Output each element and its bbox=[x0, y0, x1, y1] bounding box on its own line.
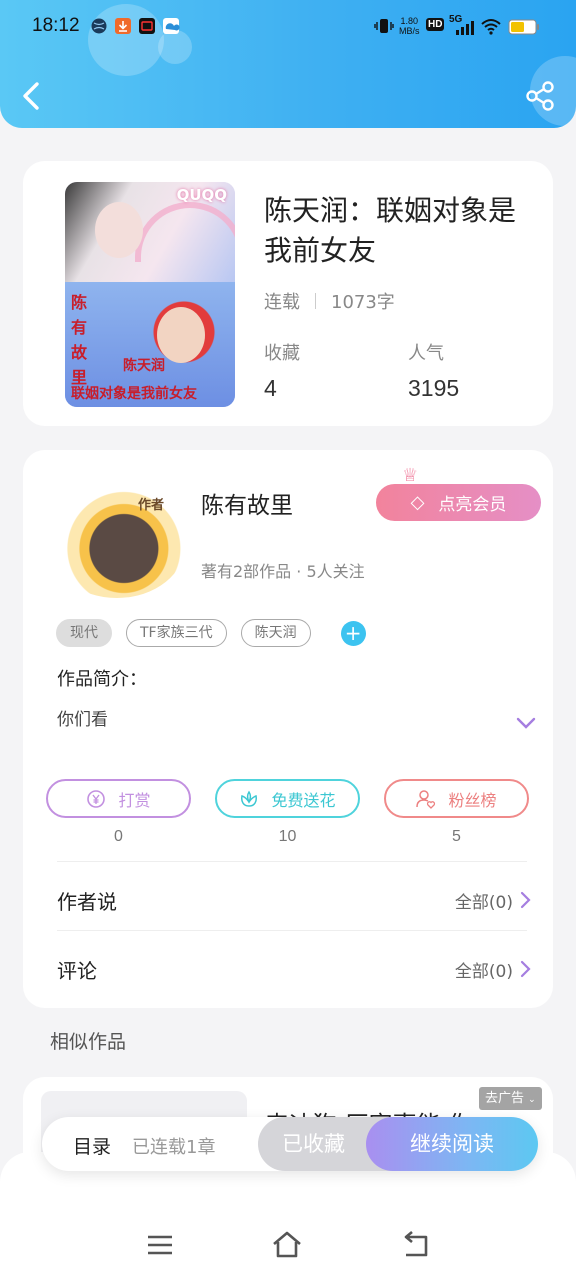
cover-portrait-top bbox=[95, 202, 143, 258]
back-icon[interactable] bbox=[396, 1228, 436, 1262]
book-title: 陈天润：联姻对象是我前女友 bbox=[264, 194, 517, 267]
status-time: 18:12 bbox=[32, 15, 80, 36]
favorites-label: 收藏 bbox=[264, 343, 300, 364]
comments-summary-wrap: 全部(0) bbox=[455, 957, 531, 982]
status-bar: 18:12 1.80 MB/s HD 5G bbox=[0, 0, 576, 56]
book-status-row: 连载 1073字 bbox=[264, 288, 395, 314]
reader-action-bar: 目录 已连载1章 已收藏 继续阅读 bbox=[42, 1117, 538, 1171]
book-cover[interactable]: QUQQ 陈有故里 陈天润 联姻对象是我前女友 bbox=[65, 182, 235, 407]
cover-name-text: 陈天润 bbox=[123, 358, 165, 374]
cover-title-text: 联姻对象是我前女友 bbox=[71, 386, 197, 402]
battery-icon bbox=[508, 19, 539, 35]
comments-row[interactable]: 评论 全部(0) bbox=[57, 949, 531, 989]
popularity-label: 人气 bbox=[408, 343, 444, 364]
download-icon bbox=[115, 18, 131, 34]
signal-bars-icon bbox=[456, 21, 474, 35]
yuan-coin-icon bbox=[87, 789, 106, 808]
chevron-down-icon[interactable] bbox=[515, 716, 537, 730]
catalog-button[interactable]: 目录 bbox=[73, 1132, 111, 1159]
send-flower-count: 10 bbox=[278, 828, 297, 845]
fan-ranking-count: 5 bbox=[452, 828, 461, 845]
author-name[interactable]: 陈有故里 bbox=[201, 486, 293, 520]
app-icon bbox=[139, 18, 155, 34]
network-speed: 1.80 MB/s bbox=[399, 16, 420, 36]
tag-list: 现代 TF家族三代 陈天润 + bbox=[56, 619, 366, 647]
comments-title: 评论 bbox=[57, 958, 97, 983]
continue-reading-button[interactable]: 继续阅读 bbox=[366, 1117, 538, 1171]
book-info-card: QUQQ 陈有故里 陈天润 联姻对象是我前女友 陈天润：联姻对象是我前女友 连载… bbox=[23, 161, 553, 426]
fan-ranking-label: 粉丝榜 bbox=[448, 790, 497, 810]
hd-badge: HD bbox=[426, 18, 445, 31]
author-says-row[interactable]: 作者说 全部(0) bbox=[57, 880, 531, 920]
menu-icon[interactable] bbox=[140, 1228, 180, 1262]
system-nav-bar bbox=[0, 1220, 576, 1270]
flower-icon bbox=[241, 790, 258, 807]
author-says-title: 作者说 bbox=[57, 889, 117, 914]
word-count: 1073字 bbox=[331, 292, 395, 313]
tag-item[interactable]: 陈天润 bbox=[240, 619, 311, 647]
reward-label: 打赏 bbox=[118, 790, 151, 810]
home-icon[interactable] bbox=[267, 1228, 307, 1262]
reward-count: 0 bbox=[114, 828, 123, 845]
cover-badge-text: QUQQ bbox=[176, 186, 227, 204]
author-meta: 著有2部作品 · 5人关注 bbox=[201, 562, 365, 581]
similar-works-title: 相似作品 bbox=[50, 1031, 127, 1053]
globe-icon bbox=[91, 18, 107, 34]
crown-icon: ♕ bbox=[402, 465, 419, 486]
intro-text: 你们看 bbox=[57, 710, 108, 730]
chevron-right-icon bbox=[520, 891, 531, 909]
comments-summary: 全部(0) bbox=[454, 961, 513, 982]
network-speed-unit: MB/s bbox=[399, 26, 420, 36]
chapter-count: 已连载1章 bbox=[132, 1137, 216, 1158]
favorites-stat: 收藏 4 bbox=[264, 339, 300, 402]
popularity-stat: 人气 3195 bbox=[408, 339, 459, 402]
reward-button[interactable]: 打赏 bbox=[46, 779, 191, 818]
back-arrow-icon[interactable] bbox=[14, 78, 50, 114]
intro-label: 作品简介： bbox=[57, 669, 147, 690]
author-avatar[interactable]: 作者 bbox=[48, 488, 186, 598]
author-says-summary-wrap: 全部(0) bbox=[455, 888, 531, 913]
chevron-right-icon bbox=[520, 960, 531, 978]
send-flower-label: 免费送花 bbox=[271, 790, 336, 810]
remove-ad-button[interactable]: 去广告 ⌄ bbox=[479, 1087, 542, 1110]
vip-label: 点亮会员 bbox=[438, 495, 507, 515]
serial-status: 连载 bbox=[264, 292, 300, 313]
cover-vertical-text: 陈有故里 bbox=[71, 293, 88, 387]
favorites-value: 4 bbox=[264, 375, 277, 401]
divider bbox=[57, 930, 527, 931]
top-header: 18:12 1.80 MB/s HD 5G bbox=[0, 0, 576, 128]
avatar-author-tag: 作者 bbox=[137, 498, 164, 513]
share-icon[interactable] bbox=[524, 80, 556, 112]
add-tag-icon[interactable]: + bbox=[340, 620, 366, 646]
tag-item[interactable]: 现代 bbox=[56, 619, 112, 647]
author-says-summary: 全部(0) bbox=[454, 892, 513, 913]
fan-ranking-button[interactable]: 粉丝榜 bbox=[384, 779, 529, 818]
divider bbox=[57, 861, 527, 862]
wifi-icon bbox=[481, 19, 501, 35]
chevron-down-icon: ⌄ bbox=[528, 1095, 536, 1105]
popularity-value: 3195 bbox=[408, 375, 460, 401]
vip-button[interactable]: ◇ 点亮会员 bbox=[376, 484, 541, 521]
status-divider bbox=[315, 293, 316, 309]
remove-ad-label: 去广告 bbox=[485, 1091, 525, 1106]
diamond-icon: ◇ bbox=[410, 492, 425, 513]
fan-user-icon bbox=[416, 789, 436, 809]
author-card: 作者 陈有故里 ♕ ◇ 点亮会员 著有2部作品 · 5人关注 现代 TF家族三代… bbox=[23, 450, 553, 1008]
send-flower-button[interactable]: 免费送花 bbox=[215, 779, 360, 818]
network-speed-value: 1.80 bbox=[400, 16, 419, 26]
vibrate-icon bbox=[374, 19, 394, 33]
cloud-icon bbox=[163, 18, 180, 34]
tag-item[interactable]: TF家族三代 bbox=[126, 619, 227, 647]
